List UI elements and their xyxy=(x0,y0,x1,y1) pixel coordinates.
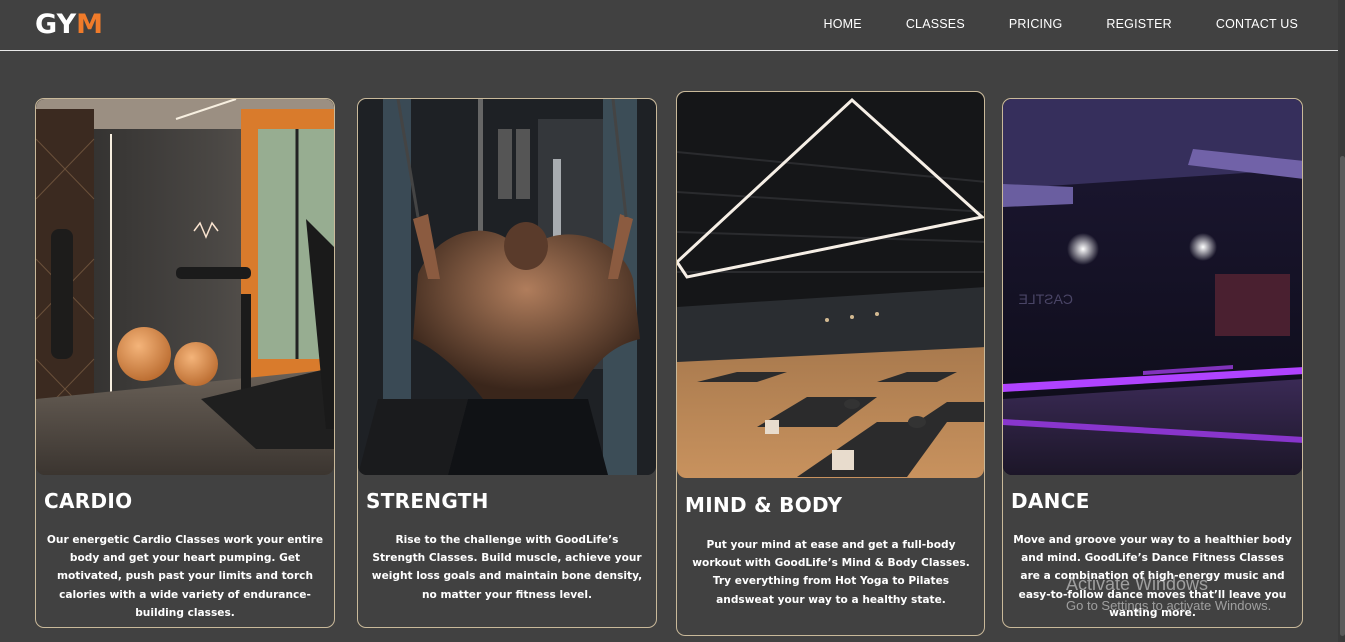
strength-photo xyxy=(358,99,656,475)
page-scrollbar[interactable] xyxy=(1338,0,1345,642)
class-card-strength[interactable]: STRENGTH Rise to the challenge with Good… xyxy=(357,98,657,628)
logo[interactable]: GYM xyxy=(35,9,103,41)
nav-pricing-link[interactable]: PRICING xyxy=(1009,17,1063,31)
class-card-cardio[interactable]: CARDIO Our energetic Cardio Classes work… xyxy=(35,98,335,628)
top-navbar: GYM HOME CLASSES PRICING REGISTER CONTAC… xyxy=(0,0,1338,51)
card-description: Put your mind at ease and get a full-bod… xyxy=(692,539,970,606)
nav-classes-link[interactable]: CLASSES xyxy=(906,17,965,31)
class-card-dance[interactable]: CASTLE DANCE Move and groove your way to… xyxy=(1002,98,1303,628)
svg-text:CASTLE: CASTLE xyxy=(1019,291,1073,307)
dance-photo: CASTLE xyxy=(1003,99,1302,475)
nav-links: HOME CLASSES PRICING REGISTER CONTACT US xyxy=(780,17,1299,31)
card-title: MIND & BODY xyxy=(685,493,843,517)
logo-text-primary: GY xyxy=(35,9,77,40)
class-card-mind-body[interactable]: MIND & BODY Put your mind at ease and ge… xyxy=(676,91,985,636)
mind-body-photo xyxy=(677,92,984,478)
card-description: Our energetic Cardio Classes work your e… xyxy=(46,534,324,619)
card-title: DANCE xyxy=(1011,489,1090,513)
nav-home-link[interactable]: HOME xyxy=(824,17,862,31)
nav-register-link[interactable]: REGISTER xyxy=(1106,17,1172,31)
logo-text-accent: M xyxy=(76,9,103,40)
cardio-photo xyxy=(36,99,334,475)
card-title: CARDIO xyxy=(44,489,133,513)
scrollbar-thumb[interactable] xyxy=(1340,156,1345,636)
card-description: Move and groove your way to a healthier … xyxy=(1013,534,1292,619)
card-title: STRENGTH xyxy=(366,489,489,513)
nav-contact-link[interactable]: CONTACT US xyxy=(1216,17,1298,31)
card-description: Rise to the challenge with GoodLife’s St… xyxy=(371,534,643,601)
